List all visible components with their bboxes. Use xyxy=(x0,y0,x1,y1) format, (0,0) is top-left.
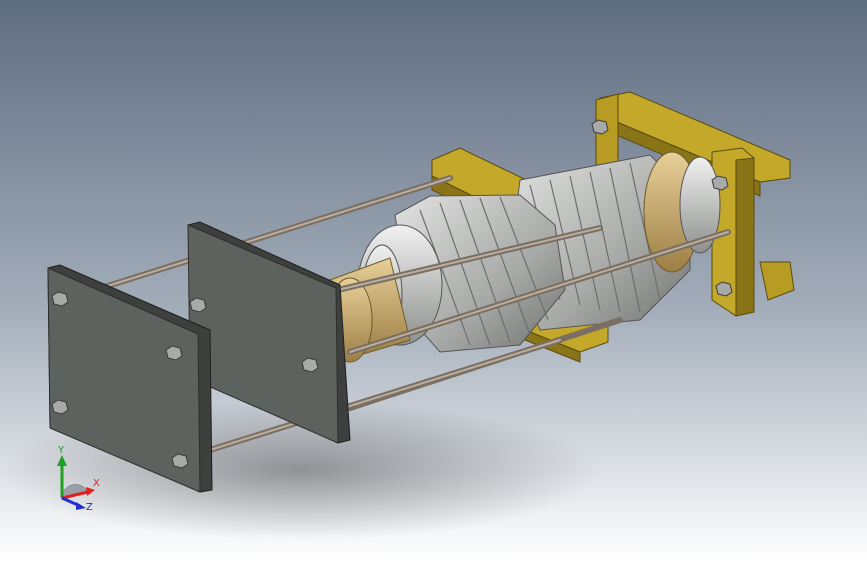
cad-viewport[interactable]: Y X Z xyxy=(0,0,867,562)
triad-x-label: X xyxy=(93,478,100,489)
assembly-scene[interactable]: Y X Z xyxy=(0,0,867,562)
triad-z-label: Z xyxy=(86,502,93,513)
triad-y-label: Y xyxy=(57,445,65,456)
